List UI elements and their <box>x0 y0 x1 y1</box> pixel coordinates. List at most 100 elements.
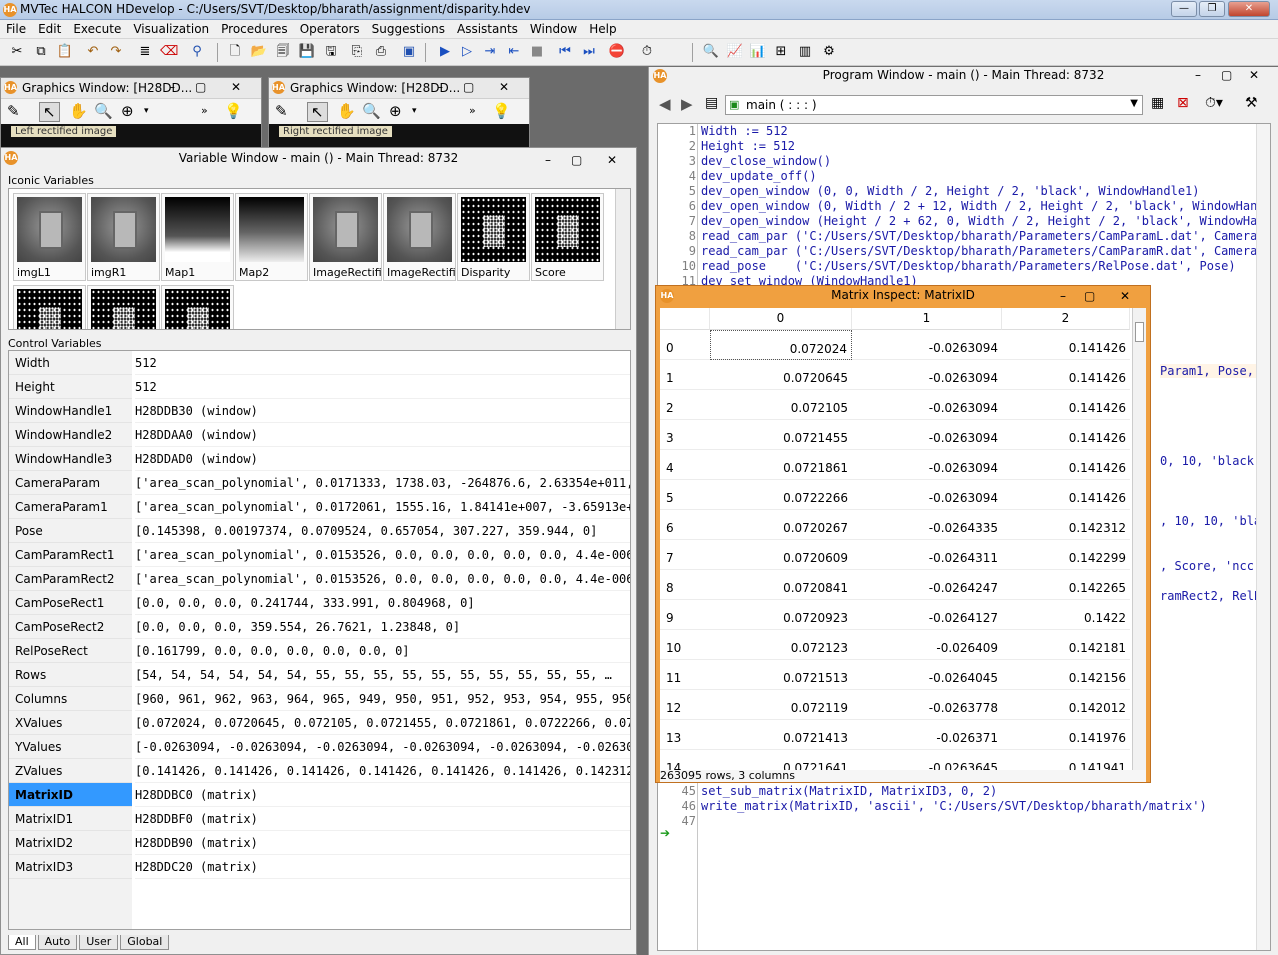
tab-user[interactable]: User <box>79 935 119 950</box>
matrix-cell[interactable]: 0.142299 <box>1002 540 1130 570</box>
chevron-down-icon[interactable]: ▾ <box>144 106 149 116</box>
iconic-scrollbar[interactable] <box>615 189 630 329</box>
procedure-select[interactable]: ▣ main ( : : : ) ▼ <box>725 95 1143 115</box>
matrix-row[interactable]: 2 0.072105 -0.0263094 0.141426 <box>660 390 1130 420</box>
matrix-cell[interactable]: -0.026409 <box>852 630 1002 660</box>
matrix-cell[interactable]: -0.0263094 <box>852 420 1002 450</box>
control-variable-row[interactable]: MatrixID1 H28DDBF0 (matrix) <box>9 807 630 831</box>
maximize-button[interactable]: ❐ <box>1199 1 1225 17</box>
minimize-icon[interactable]: – <box>169 80 175 94</box>
control-variable-row[interactable]: YValues [-0.0263094, -0.0263094, -0.02630… <box>9 735 630 759</box>
menu-file[interactable]: File <box>0 20 32 36</box>
menu-operators[interactable]: Operators <box>294 20 366 36</box>
control-variable-row[interactable]: WindowHandle1 H28DDB30 (window) <box>9 399 630 423</box>
timer-icon[interactable]: ⏱▾ <box>1205 95 1223 111</box>
matrix-cell[interactable]: -0.0263094 <box>852 450 1002 480</box>
feature-histogram-icon[interactable]: ▥ <box>796 43 814 61</box>
matrix-cell[interactable]: 0.072024 <box>710 330 852 360</box>
matrix-inspect-window[interactable]: HA Matrix Inspect: MatrixID – ▢ ✕ 0 1 2 … <box>655 285 1151 783</box>
matrix-row[interactable]: 10 0.072123 -0.026409 0.142181 <box>660 630 1130 660</box>
matrix-cell[interactable]: 0.141976 <box>1002 720 1130 750</box>
matrix-cell[interactable]: 0.0722266 <box>710 480 852 510</box>
find-icon[interactable]: ⚲ <box>188 43 206 61</box>
matrix-cell[interactable]: 0.141941 <box>1002 750 1130 770</box>
matrix-column-header[interactable]: 2 <box>1002 308 1130 330</box>
back-icon[interactable]: ◀ <box>659 95 671 113</box>
graphics-window-2[interactable]: HA Graphics Window: [H28DD... – ▢ ✕ ✎ ↖ … <box>268 77 530 152</box>
scroll-thumb[interactable] <box>1135 322 1144 342</box>
control-variable-row[interactable]: Columns [960, 961, 962, 963, 964, 965, 94… <box>9 687 630 711</box>
minimize-icon[interactable]: – <box>1195 67 1201 84</box>
close-icon[interactable]: ✕ <box>499 80 509 94</box>
matrix-cell[interactable]: -0.026371 <box>852 720 1002 750</box>
step-out-icon[interactable]: ⇤ <box>505 43 523 61</box>
matrix-row[interactable]: 9 0.0720923 -0.0264127 0.1422 <box>660 600 1130 630</box>
menu-execute[interactable]: Execute <box>67 20 127 36</box>
iconic-variable[interactable]: imgR1 <box>87 193 160 281</box>
pointer-icon[interactable]: ↖ <box>39 102 60 122</box>
open-recent-icon[interactable]: 🗐 <box>274 43 292 61</box>
matrix-row[interactable]: 4 0.0721861 -0.0263094 0.141426 <box>660 450 1130 480</box>
paste-icon[interactable]: 📋 <box>56 43 74 61</box>
procedure-browser-icon[interactable]: ▣ <box>400 43 418 61</box>
maximize-icon[interactable]: ▢ <box>571 150 582 170</box>
iconic-variable[interactable]: Disparity <box>457 193 530 281</box>
matrix-cell[interactable]: -0.0263645 <box>852 750 1002 770</box>
matrix-cell[interactable]: -0.0264335 <box>852 510 1002 540</box>
matrix-row[interactable]: 8 0.0720841 -0.0264247 0.142265 <box>660 570 1130 600</box>
code-line[interactable]: Height := 512 <box>701 139 795 153</box>
profiler-icon[interactable]: ⏱ <box>638 43 656 61</box>
menu-edit[interactable]: Edit <box>32 20 67 36</box>
code-line[interactable]: dev_open_window (0, Width / 2 + 12, Widt… <box>701 199 1270 213</box>
reset-program-icon[interactable]: ⏮ <box>556 43 574 61</box>
matrix-row[interactable]: 12 0.072119 -0.0263778 0.142012 <box>660 690 1130 720</box>
matrix-row[interactable]: 3 0.0721455 -0.0263094 0.141426 <box>660 420 1130 450</box>
matrix-cell[interactable]: 0.141426 <box>1002 450 1130 480</box>
code-line[interactable]: read_pose ('C:/Users/SVT/Desktop/bharath… <box>701 259 1236 273</box>
matrix-cell[interactable]: 0.1422 <box>1002 600 1130 630</box>
procedure-icon[interactable]: ▤ <box>705 95 718 111</box>
control-variable-row-selected[interactable]: MatrixID H28DDBC0 (matrix) <box>9 783 630 807</box>
menu-window[interactable]: Window <box>524 20 583 36</box>
code-line-fragment[interactable]: ramRect2, RelPos <box>1160 589 1270 603</box>
code-line[interactable]: dev_update_off() <box>701 169 817 183</box>
lightbulb-icon[interactable]: 💡 <box>224 102 243 120</box>
variable-window[interactable]: HA Variable Window - main () - Main Thre… <box>0 147 637 955</box>
matrix-row[interactable]: 14 0.0721641 -0.0263645 0.141941 <box>660 750 1130 770</box>
menu-help[interactable]: Help <box>583 20 622 36</box>
minimize-icon[interactable]: – <box>437 80 443 94</box>
move-icon[interactable]: ✋ <box>69 102 88 120</box>
insert-procedure-icon[interactable]: ⎘ <box>348 43 366 61</box>
matrix-cell[interactable]: 0.0720609 <box>710 540 852 570</box>
matrix-scrollbar[interactable] <box>1132 308 1146 770</box>
save-icon[interactable]: 💾 <box>298 43 316 61</box>
matrix-cell[interactable]: 0.142265 <box>1002 570 1130 600</box>
matrix-cell[interactable]: 0.142156 <box>1002 660 1130 690</box>
code-scrollbar[interactable] <box>1256 124 1270 950</box>
stop-icon[interactable]: ■ <box>528 43 546 61</box>
matrix-cell[interactable]: 0.142312 <box>1002 510 1130 540</box>
maximize-icon[interactable]: ▢ <box>195 80 206 94</box>
matrix-cell[interactable]: -0.0263094 <box>852 360 1002 390</box>
control-variable-row[interactable]: CameraParam1 ['area_scan_polynomial', 0.0… <box>9 495 630 519</box>
iconic-variable[interactable] <box>87 285 160 329</box>
move-icon[interactable]: ✋ <box>337 102 356 120</box>
matrix-cell[interactable]: 0.072105 <box>710 390 852 420</box>
redo-icon[interactable]: ↷ <box>107 43 125 61</box>
histogram-icon[interactable]: 📊 <box>749 43 767 61</box>
tab-all[interactable]: All <box>8 935 36 950</box>
iconic-variable[interactable]: Score <box>531 193 604 281</box>
minimize-button[interactable]: — <box>1171 1 1197 17</box>
undo-icon[interactable]: ↶ <box>84 43 102 61</box>
comment-icon[interactable]: ≣ <box>136 43 154 61</box>
tab-global[interactable]: Global <box>120 935 170 950</box>
draw-icon[interactable]: ✎ <box>7 102 20 120</box>
close-icon[interactable]: ✕ <box>1120 287 1130 306</box>
matrix-cell[interactable]: 0.0721641 <box>710 750 852 770</box>
matrix-row[interactable]: 1 0.0720645 -0.0263094 0.141426 <box>660 360 1130 390</box>
maximize-icon[interactable]: ▢ <box>1221 67 1232 84</box>
code-line[interactable]: set_sub_matrix(MatrixID, MatrixID3, 0, 2… <box>701 784 997 798</box>
reset-procedure-icon[interactable]: ⏭ <box>580 43 598 61</box>
code-line[interactable]: write_matrix(MatrixID, 'ascii', 'C:/User… <box>701 799 1207 813</box>
menu-visualization[interactable]: Visualization <box>127 20 215 36</box>
